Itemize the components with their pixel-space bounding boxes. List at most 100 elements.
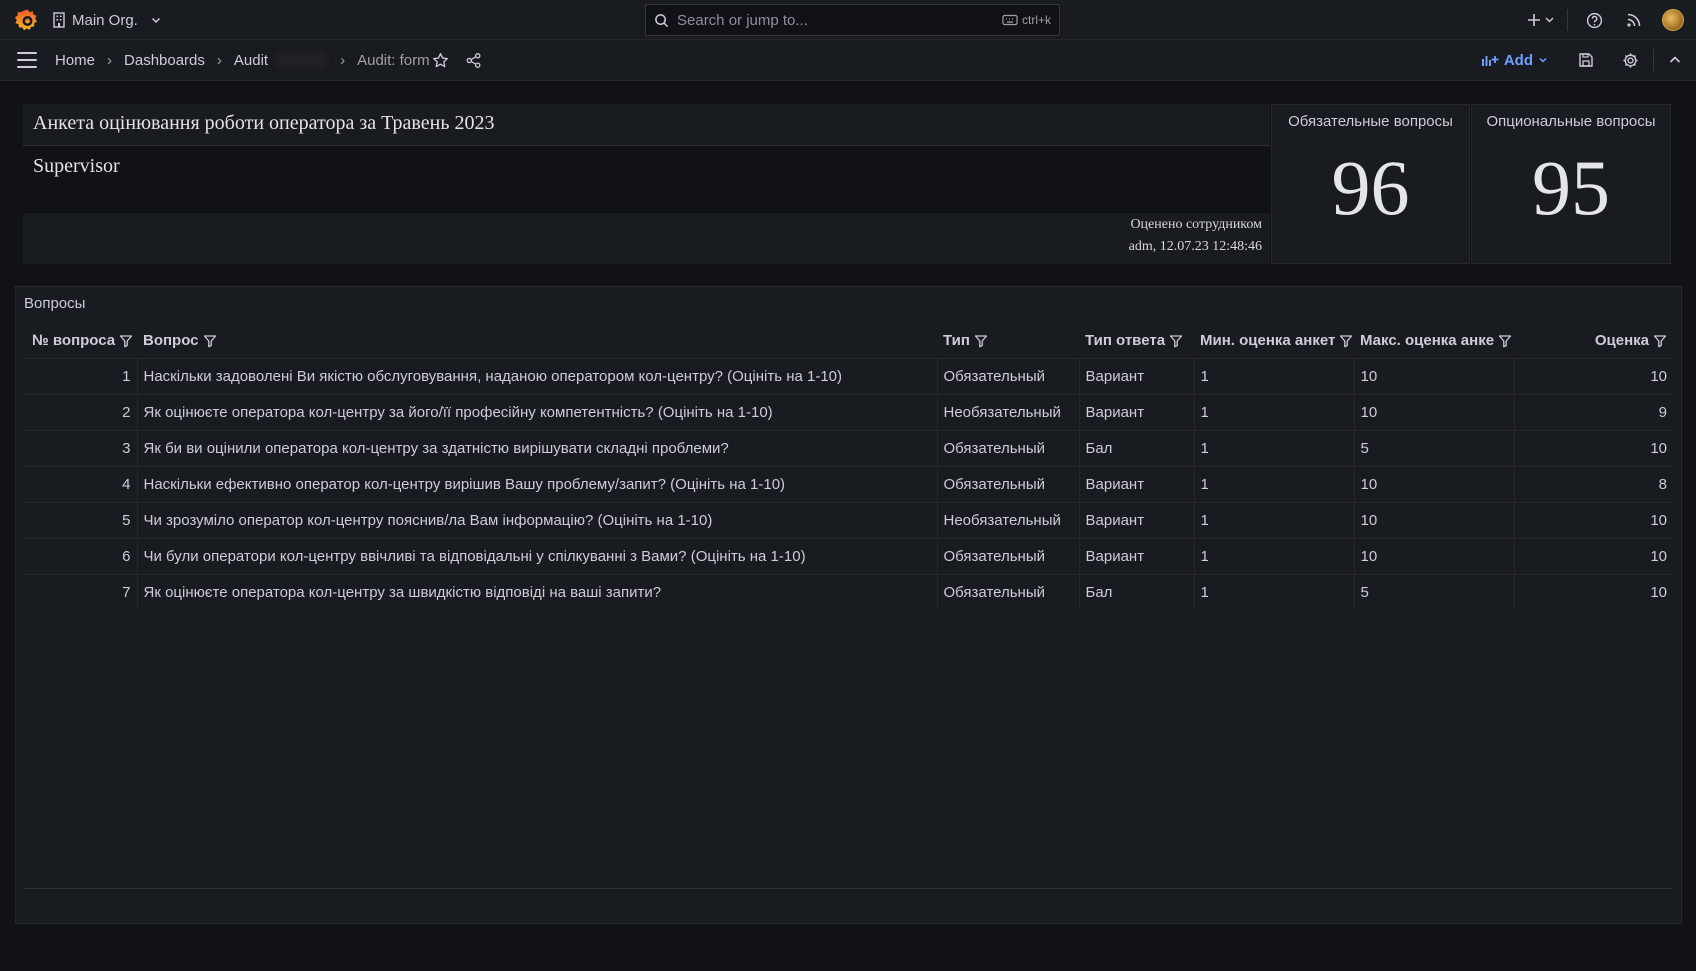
table-row: 7 Як оцінюєте оператора кол-центру за шви… [24,573,1673,610]
column-header-label: Тип [943,332,970,350]
table-row: 6 Чи були оператори кол-центру ввічливі т… [24,537,1673,574]
building-icon [53,12,65,28]
cell-max-score: 5 [1354,573,1515,610]
breadcrumb-folder[interactable]: Audit [234,52,268,69]
cell-type: Обязательный [937,537,1080,574]
cell-answer-type: Бал [1079,429,1195,466]
filter-icon[interactable] [1339,334,1353,348]
breadcrumb: Home › Dashboards › Audit › Audit: form [55,40,430,80]
cell-answer-type: Вариант [1079,393,1195,430]
cell-answer-type: Вариант [1079,537,1195,574]
top-right-actions [1525,0,1696,40]
cell-question: Наскільки ефективно оператор кол-центру … [137,465,938,502]
search-icon [655,13,669,27]
org-switcher[interactable]: Main Org. [52,0,162,40]
cell-min-score: 1 [1194,573,1355,610]
col-header-min-score[interactable]: Мин. оценка анкет [1194,324,1354,358]
profile-button[interactable] [1660,9,1686,31]
col-header-question[interactable]: Вопрос [137,324,937,358]
star-icon[interactable] [432,52,449,69]
breadcrumb-bar: Home › Dashboards › Audit › Audit: form … [0,40,1696,81]
cell-score: 10 [1514,429,1673,466]
add-panel-icon [1481,56,1499,66]
cell-max-score: 10 [1354,537,1515,574]
keyboard-icon [1002,14,1018,26]
column-header-label: Тип ответа [1085,332,1166,350]
search-input[interactable]: Search or jump to... ctrl+k [645,4,1060,36]
table-row: 4 Наскільки ефективно оператор кол-центру… [24,465,1673,502]
breadcrumb-separator-icon: › [107,51,113,69]
cell-answer-type: Бал [1079,573,1195,610]
filter-icon[interactable] [1498,334,1512,348]
stat-value: 95 [1532,144,1610,231]
cell-number: 1 [24,357,138,394]
cell-min-score: 1 [1194,357,1355,394]
stat-label: Обязательные вопросы [1288,113,1453,130]
filter-icon[interactable] [974,334,988,348]
gear-icon[interactable] [1622,52,1639,69]
divider [1653,49,1654,71]
filter-icon[interactable] [1653,334,1667,348]
cell-score: 10 [1514,537,1673,574]
redacted-text [276,51,329,69]
col-header-type[interactable]: Тип [937,324,1079,358]
cell-type: Обязательный [937,465,1080,502]
chevron-up-icon[interactable] [1668,53,1682,67]
evaluated-by-value: adm, 12.07.23 12:48:46 [1128,239,1262,254]
rss-icon [1627,13,1641,27]
stat-label: Опциональные вопросы [1486,113,1656,130]
col-header-answer-type[interactable]: Тип ответа [1079,324,1194,358]
plus-icon [1528,14,1554,26]
chevron-down-icon [151,17,160,24]
table-row: 3 Як би ви оцінили оператора кол-центру з… [24,429,1673,466]
cell-number: 4 [24,465,138,502]
mandatory-stat-panel: Обязательные вопросы 96 [1271,104,1470,264]
breadcrumb-dashboards[interactable]: Dashboards [124,52,205,69]
cell-max-score: 10 [1354,393,1515,430]
questions-panel: Вопросы № вопроса Вопрос Тип Тип ответа Мин.… [15,286,1682,924]
cell-type: Необязательный [937,501,1080,538]
cell-number: 6 [24,537,138,574]
search-placeholder: Search or jump to... [677,11,808,29]
cell-question: Як оцінюєте оператора кол-центру за його… [137,393,938,430]
filter-icon[interactable] [203,334,217,348]
cell-question: Як оцінюєте оператора кол-центру за швид… [137,573,938,610]
help-button[interactable] [1582,12,1606,29]
cell-min-score: 1 [1194,393,1355,430]
column-header-label: Вопрос [143,332,199,350]
add-button[interactable]: Add [1481,52,1548,69]
cell-score: 8 [1514,465,1673,502]
cell-type: Обязательный [937,573,1080,610]
breadcrumb-separator-icon: › [216,51,222,69]
filter-icon[interactable] [119,334,133,348]
new-menu-button[interactable] [1525,13,1559,27]
avatar [1662,9,1684,31]
cell-answer-type: Вариант [1079,465,1195,502]
col-header-score[interactable]: Оценка [1514,324,1673,358]
cell-type: Обязательный [937,429,1080,466]
cell-score: 10 [1514,357,1673,394]
column-header-label: Оценка [1594,332,1649,350]
divider [1567,9,1568,31]
col-header-max-score[interactable]: Макс. оценка анке [1354,324,1514,358]
hamburger-line [17,59,37,61]
grafana-logo-icon[interactable] [15,8,40,33]
save-icon[interactable] [1578,52,1594,68]
menu-toggle-button[interactable] [17,52,37,68]
column-header-label: № вопроса [32,332,116,350]
panel-title[interactable]: Вопросы [24,295,85,312]
cell-score: 10 [1514,573,1673,610]
org-name: Main Org. [72,11,138,29]
col-header-number[interactable]: № вопроса [24,324,137,358]
breadcrumb-current: Audit: form [357,51,430,69]
breadcrumb-home[interactable]: Home [55,52,95,69]
news-button[interactable] [1622,12,1646,28]
share-icon[interactable] [465,52,482,69]
cell-question: Чи зрозуміло оператор кол-центру пояснив… [137,501,938,538]
filter-icon[interactable] [1169,334,1183,348]
help-icon [1586,12,1602,28]
form-header-panel: Анкета оцінювання роботи оператора за Тр… [23,104,1270,264]
form-title: Анкета оцінювання роботи оператора за Тр… [23,104,1270,146]
cell-min-score: 1 [1194,537,1355,574]
cell-max-score: 10 [1354,501,1515,538]
